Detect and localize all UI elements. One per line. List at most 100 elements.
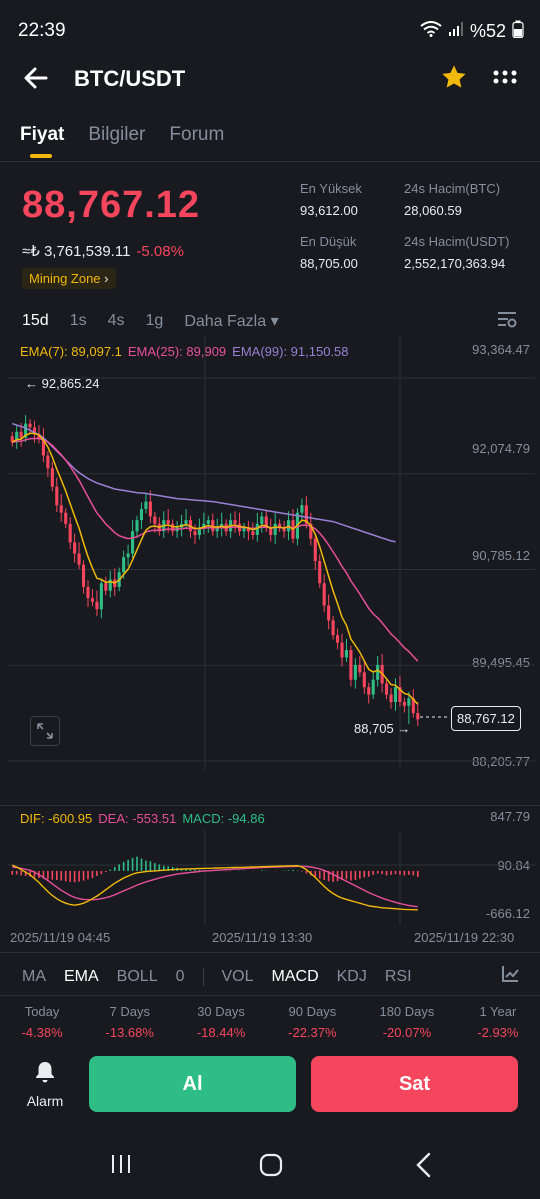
divider <box>0 995 540 996</box>
recent-apps-icon[interactable] <box>109 1152 133 1181</box>
stat-high-value: 93,612.00 <box>300 203 358 218</box>
stat-vol-usdt: 24s Hacim(USDT) 2,552,170,363.94 <box>404 234 509 271</box>
performance-row: Today -4.38% 7 Days -13.68% 30 Days -18.44%… <box>0 1004 540 1040</box>
indicator-macd[interactable]: MACD <box>272 968 319 986</box>
candle-body <box>371 679 375 695</box>
dea-line <box>12 865 418 908</box>
candle-body <box>318 560 322 584</box>
candle-body <box>46 455 50 469</box>
perf-label: 1 Year <box>479 1004 517 1019</box>
macd-label: MACD: -94.86 <box>182 811 265 826</box>
indicator-settings-icon[interactable] <box>500 964 520 989</box>
fullscreen-icon[interactable] <box>30 716 60 746</box>
interval-1s[interactable]: 1s <box>70 312 87 330</box>
candle-body <box>335 635 340 643</box>
interval-more[interactable]: Daha Fazla ▾ <box>184 311 278 331</box>
candle-body <box>95 601 99 610</box>
favorite-star-icon[interactable] <box>440 63 468 96</box>
indicator-ema[interactable]: EMA <box>64 968 99 986</box>
chart-settings-icon[interactable] <box>497 311 517 334</box>
stat-low: En Düşük 88,705.00 <box>300 234 358 271</box>
indicator-boll[interactable]: BOLL <box>117 968 158 986</box>
arrow-right-icon: → <box>397 721 411 736</box>
candle-body <box>55 486 59 506</box>
back-arrow-icon[interactable] <box>22 64 50 97</box>
candle-body <box>327 605 331 621</box>
candle-body <box>122 557 126 573</box>
tab-forum[interactable]: Forum <box>169 124 224 146</box>
mining-zone-badge[interactable]: Mining Zone › <box>22 268 116 289</box>
alarm-label: Alarm <box>26 1093 64 1109</box>
stat-vol-btc-value: 28,060.59 <box>404 203 462 218</box>
indicator-ma[interactable]: MA <box>22 968 46 986</box>
stat-low-value: 88,705.00 <box>300 256 358 271</box>
indicator-divider <box>202 967 204 986</box>
candle-body <box>64 512 68 524</box>
candle-body <box>144 501 148 510</box>
indicator-vol[interactable]: VOL <box>222 968 254 986</box>
candle-body <box>139 509 144 521</box>
perf-value: -2.93% <box>477 1025 519 1040</box>
tab-price[interactable]: Fiyat <box>20 124 64 158</box>
last-price: 88,767.12 <box>22 184 201 226</box>
system-nav-bar <box>0 1140 540 1199</box>
candle-body <box>353 664 357 680</box>
macd-chart[interactable] <box>0 830 540 925</box>
perf-value: -18.44% <box>196 1025 246 1040</box>
dea-label: DEA: -553.51 <box>98 811 177 826</box>
candle-body <box>313 538 317 561</box>
price-change: -5.08% <box>136 243 184 260</box>
indicator-kdj[interactable]: KDJ <box>337 968 367 986</box>
tab-info[interactable]: Bilgiler <box>88 124 145 146</box>
back-nav-icon[interactable] <box>414 1152 434 1183</box>
page-tabs: Fiyat Bilgiler Forum <box>20 124 224 158</box>
candle-body <box>251 531 255 535</box>
top-bar: BTC/USDT <box>0 60 540 100</box>
candle-body <box>260 516 264 524</box>
candle-body <box>50 468 54 487</box>
candle-body <box>416 713 420 720</box>
home-icon[interactable] <box>258 1152 284 1183</box>
indicator-rsi[interactable]: RSI <box>385 968 412 986</box>
candle-body <box>73 542 77 554</box>
buy-button[interactable]: Al <box>89 1056 296 1112</box>
stat-vol-usdt-label: 24s Hacim(USDT) <box>404 234 510 249</box>
perf-label: Today <box>24 1004 60 1019</box>
stat-vol-usdt-value: 2,552,170,363.94 <box>404 256 506 271</box>
low-marker: 88,705 → <box>354 721 410 736</box>
pair-title: BTC/USDT <box>74 66 186 91</box>
candle-body <box>255 523 259 535</box>
candle-body <box>393 687 398 703</box>
interval-1g[interactable]: 1g <box>146 312 164 330</box>
time-axis-label: 2025/11/19 22:30 <box>414 930 515 945</box>
interval-more-label: Daha Fazla <box>184 313 267 330</box>
interval-4s[interactable]: 4s <box>108 312 125 330</box>
candle-body <box>233 520 237 524</box>
signal-icon <box>448 21 464 42</box>
perf-90d: 90 Days -22.37% <box>288 1004 336 1040</box>
mining-zone-label: Mining Zone <box>29 271 101 286</box>
dif-line <box>11 864 418 911</box>
interval-15d[interactable]: 15d <box>22 312 49 330</box>
status-bar: 22:39 %52 <box>0 0 540 60</box>
perf-value: -20.07% <box>382 1025 432 1040</box>
ema25-line <box>12 437 419 662</box>
candle-body <box>184 520 188 524</box>
more-options-icon[interactable] <box>492 70 518 89</box>
candle-body <box>171 523 175 532</box>
candle-body <box>300 505 304 513</box>
divider <box>0 161 540 162</box>
perf-1y: 1 Year -2.93% <box>477 1004 518 1040</box>
candle-body <box>99 583 103 610</box>
candle-body <box>193 531 197 535</box>
status-time: 22:39 <box>18 20 66 41</box>
sell-button[interactable]: Sat <box>311 1056 518 1112</box>
perf-value: -13.68% <box>105 1025 154 1040</box>
perf-today: Today -4.38% <box>21 1004 62 1040</box>
perf-label: 30 Days <box>197 1004 245 1019</box>
alarm-button[interactable]: Alarm <box>20 1060 70 1109</box>
indicator-zero[interactable]: 0 <box>176 968 185 986</box>
perf-7d: 7 Days -13.68% <box>106 1004 154 1040</box>
candle-body <box>81 564 86 587</box>
candle-body <box>153 516 157 524</box>
